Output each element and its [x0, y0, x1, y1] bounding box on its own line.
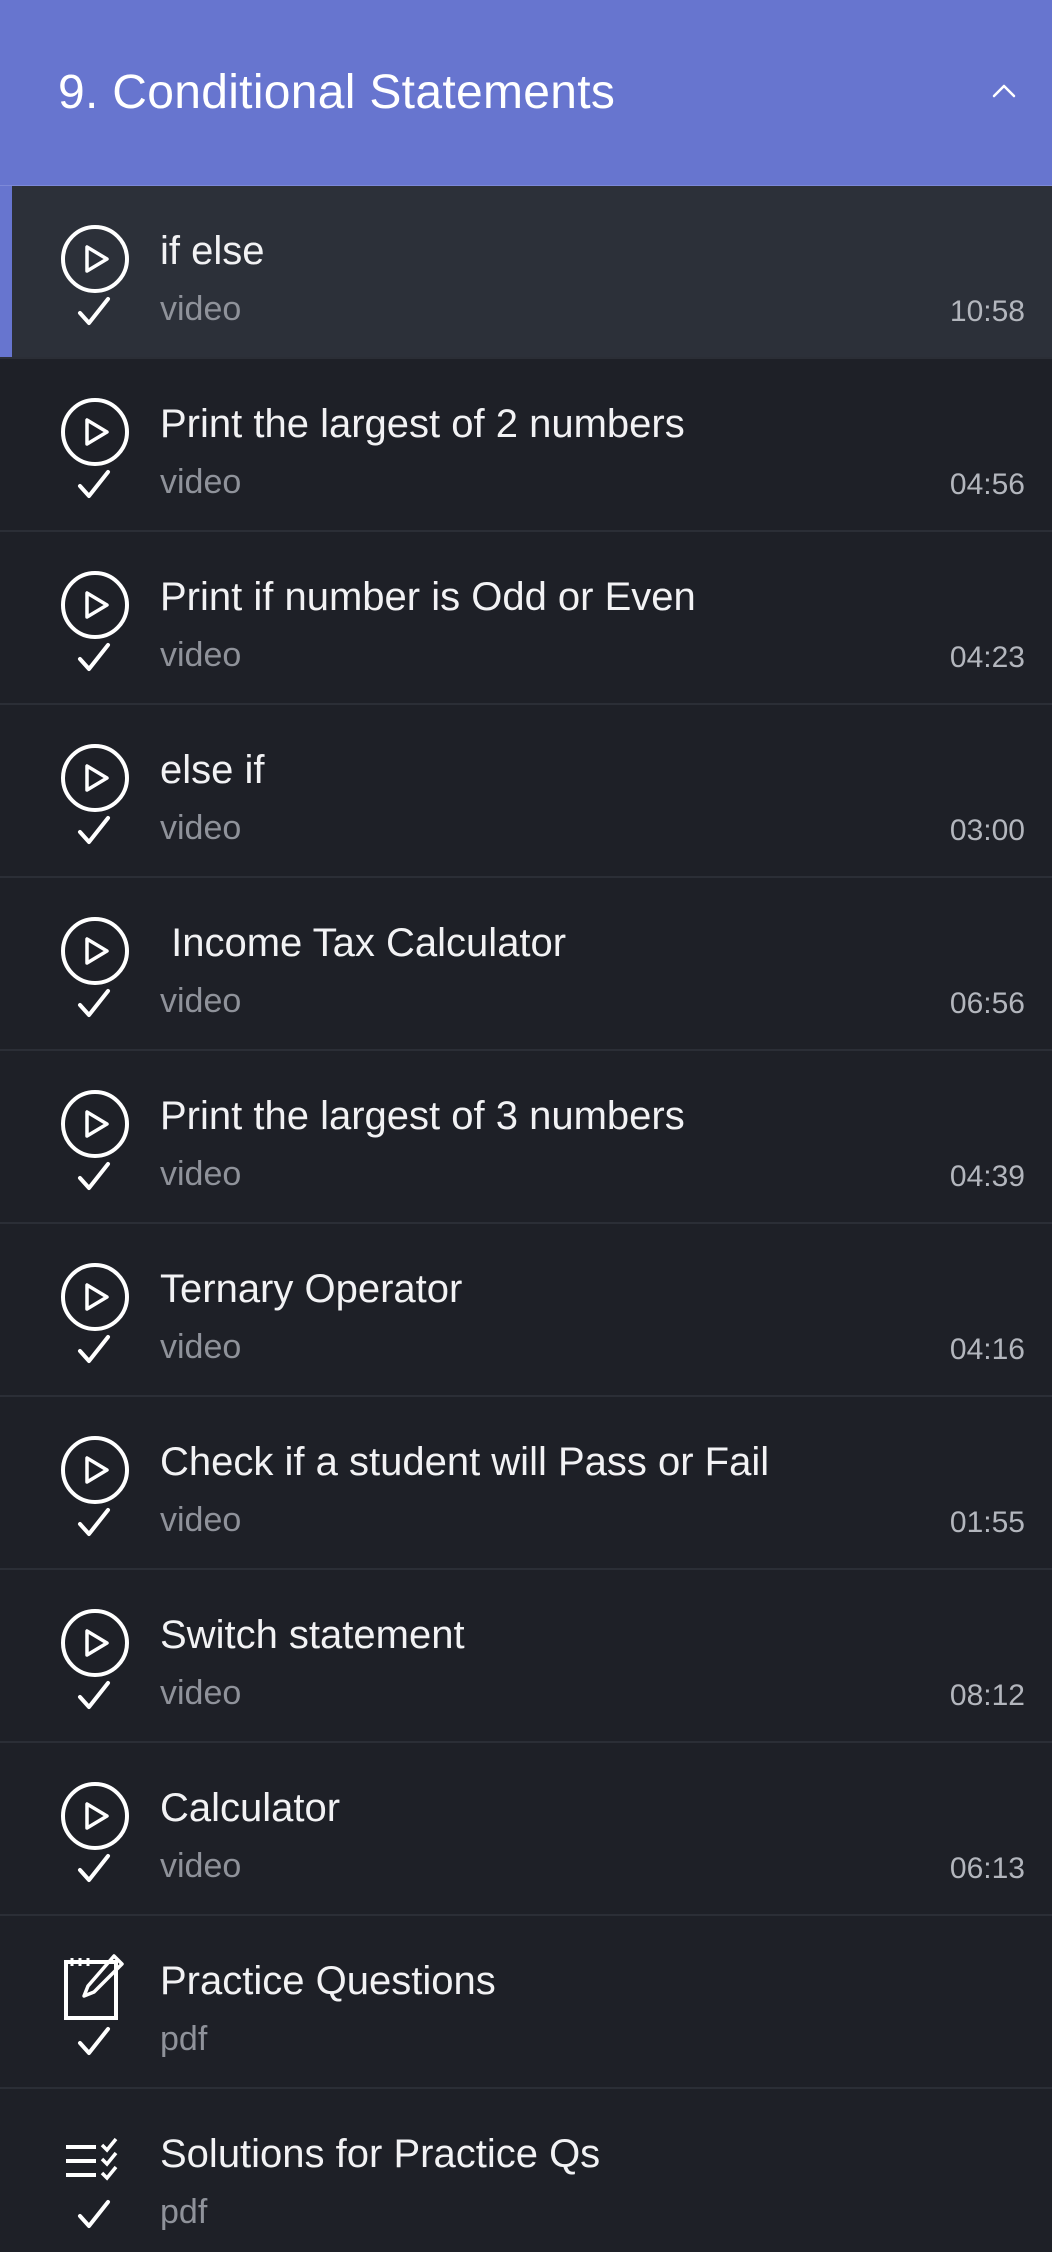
check-icon — [78, 1335, 110, 1363]
lesson-duration: 06:13 — [949, 1852, 1025, 1885]
play-circle-icon — [61, 1090, 129, 1158]
lesson-row[interactable]: Switch statement video 08:12 — [0, 1570, 1052, 1743]
play-circle-icon — [61, 1782, 129, 1850]
lesson-row[interactable]: Practice Questions pdf — [0, 1916, 1052, 2089]
checklist-icon — [66, 2137, 118, 2181]
section-header[interactable]: 9. Conditional Statements — [0, 0, 1052, 186]
lesson-row[interactable]: if else video 10:58 — [0, 186, 1052, 359]
lesson-title: if else — [160, 229, 265, 273]
lesson-title: Calculator — [160, 1786, 341, 1830]
play-circle-icon — [61, 398, 129, 466]
lesson-row[interactable]: Ternary Operator video 04:16 — [0, 1224, 1052, 1397]
section-title: 9. Conditional Statements — [58, 66, 616, 119]
check-icon — [78, 989, 110, 1017]
play-circle-icon — [61, 1263, 129, 1331]
check-icon — [78, 816, 110, 844]
lesson-title: Print the largest of 2 numbers — [160, 402, 685, 446]
lesson-type: video — [160, 463, 242, 501]
edit-document-icon — [64, 1954, 124, 2020]
lesson-title: Solutions for Practice Qs — [160, 2132, 601, 2176]
check-icon — [78, 2027, 110, 2055]
play-circle-icon — [61, 744, 129, 812]
lesson-title: Print if number is Odd or Even — [160, 575, 696, 619]
lesson-title: else if — [160, 748, 265, 792]
play-circle-icon — [61, 225, 129, 293]
check-icon — [78, 1854, 110, 1882]
lesson-title: Ternary Operator — [160, 1267, 463, 1311]
lesson-row[interactable]: Solutions for Practice Qs pdf — [0, 2089, 1052, 2252]
check-icon — [78, 643, 110, 671]
lesson-type: video — [160, 290, 242, 328]
lesson-type: video — [160, 1328, 242, 1366]
lesson-duration: 10:58 — [949, 295, 1025, 328]
check-icon — [78, 1508, 110, 1536]
lesson-row[interactable]: else if video 03:00 — [0, 705, 1052, 878]
lesson-type: video — [160, 982, 242, 1020]
lesson-title: Check if a student will Pass or Fail — [160, 1440, 770, 1484]
chevron-up-icon[interactable] — [986, 73, 1022, 109]
check-icon — [78, 470, 110, 498]
lesson-type: video — [160, 1501, 242, 1539]
lesson-title: Print the largest of 3 numbers — [160, 1094, 685, 1138]
lesson-type: pdf — [160, 2020, 208, 2058]
lesson-row[interactable]: Print if number is Odd or Even video 04:… — [0, 532, 1052, 705]
lesson-duration: 06:56 — [949, 987, 1025, 1020]
lesson-row[interactable]: Print the largest of 3 numbers video 04:… — [0, 1051, 1052, 1224]
lesson-title: Practice Questions — [160, 1959, 496, 2003]
play-circle-icon — [61, 917, 129, 985]
lesson-list: if else video 10:58 Print the largest of… — [0, 186, 1052, 2252]
lesson-type: pdf — [160, 2193, 208, 2231]
lesson-row[interactable]: Print the largest of 2 numbers video 04:… — [0, 359, 1052, 532]
lesson-type: video — [160, 809, 242, 847]
lesson-duration: 04:23 — [949, 641, 1025, 674]
play-circle-icon — [61, 1436, 129, 1504]
check-icon — [78, 2200, 110, 2228]
check-icon — [78, 1681, 110, 1709]
lesson-title: Switch statement — [160, 1613, 465, 1657]
lesson-type: video — [160, 1155, 242, 1193]
lesson-type: video — [160, 636, 242, 674]
lesson-title: Income Tax Calculator — [160, 921, 567, 965]
lesson-row[interactable]: Calculator video 06:13 — [0, 1743, 1052, 1916]
lesson-duration: 08:12 — [949, 1679, 1025, 1712]
lesson-duration: 04:16 — [949, 1333, 1025, 1366]
check-icon — [78, 297, 110, 325]
play-circle-icon — [61, 1609, 129, 1677]
lesson-type: video — [160, 1847, 242, 1885]
lesson-duration: 03:00 — [949, 814, 1025, 847]
lesson-duration: 01:55 — [949, 1506, 1025, 1539]
lesson-duration: 04:39 — [949, 1160, 1025, 1193]
check-icon — [78, 1162, 110, 1190]
lesson-row[interactable]: Income Tax Calculator video 06:56 — [0, 878, 1052, 1051]
lesson-row[interactable]: Check if a student will Pass or Fail vid… — [0, 1397, 1052, 1570]
play-circle-icon — [61, 571, 129, 639]
lesson-duration: 04:56 — [949, 468, 1025, 501]
lesson-type: video — [160, 1674, 242, 1712]
